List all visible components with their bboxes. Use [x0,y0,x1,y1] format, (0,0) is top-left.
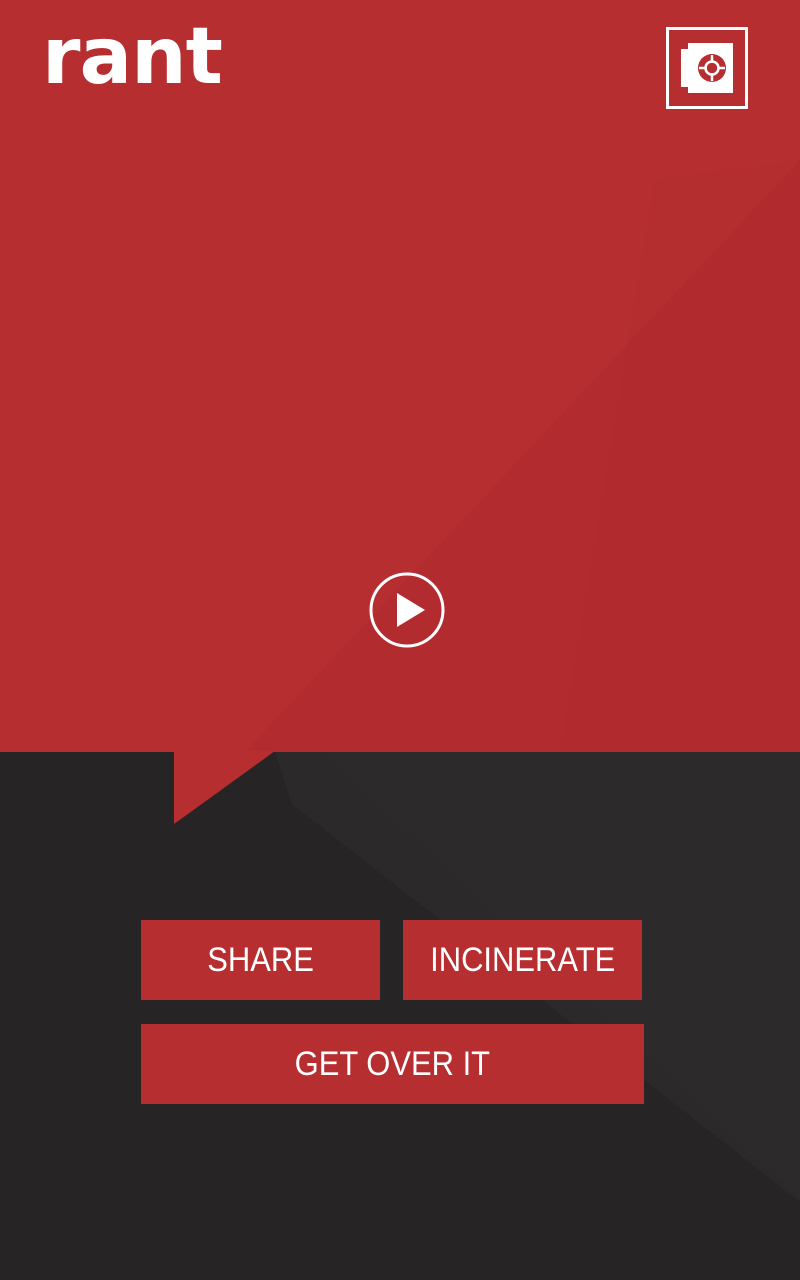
bottom-background-shading [275,752,800,1202]
get-over-it-button-label: GET OVER IT [294,1044,491,1083]
play-icon [369,572,445,648]
vault-icon [681,43,733,93]
incinerate-button[interactable]: INCINERATE [403,920,642,1000]
vault-button[interactable] [666,27,748,109]
get-over-it-button[interactable]: GET OVER IT [141,1024,644,1104]
recording-panel: rant [0,0,800,752]
share-button[interactable]: SHARE [141,920,380,1000]
play-button[interactable] [368,571,446,649]
app-logo: rant [42,12,223,102]
rant-screen: rant SHARE INCINERATE GET OVER IT [0,0,800,1280]
share-button-label: SHARE [207,940,314,979]
incinerate-button-label: INCINERATE [429,940,616,979]
